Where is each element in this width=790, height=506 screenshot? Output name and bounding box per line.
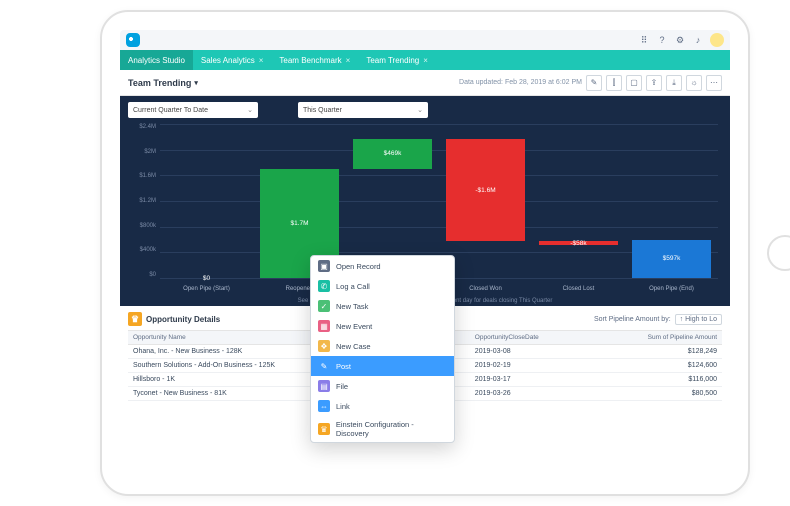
subscribe-icon[interactable]: ☼ xyxy=(686,75,702,91)
context-menu-item[interactable]: ▤File xyxy=(311,376,454,396)
page-header: Team Trending ▾ Data updated: Feb 28, 20… xyxy=(120,70,730,96)
avatar[interactable] xyxy=(710,33,724,47)
tablet-frame: ⠿ ? ⚙ ♪ Analytics StudioSales Analytics×… xyxy=(100,10,750,496)
close-icon[interactable]: × xyxy=(423,56,428,65)
present-icon[interactable]: ▢ xyxy=(626,75,642,91)
panel-title: ♛ Opportunity Details xyxy=(128,312,220,326)
more-icon[interactable]: ⋯ xyxy=(706,75,722,91)
context-menu-item[interactable]: ▦New Event xyxy=(311,316,454,336)
edit-icon[interactable]: ✎ xyxy=(586,75,602,91)
chart-bar[interactable]: -$1.6M xyxy=(446,139,524,242)
opportunity-icon: ♛ xyxy=(128,312,142,326)
global-header: ⠿ ? ⚙ ♪ xyxy=(120,30,730,50)
context-menu-item[interactable]: ⇔Link xyxy=(311,396,454,416)
download-icon[interactable]: ⤓ xyxy=(666,75,682,91)
column-header[interactable]: OpportunityCloseDate xyxy=(470,331,578,344)
page-title-text: Team Trending xyxy=(128,78,191,88)
chart-bar[interactable]: $469k xyxy=(353,139,431,169)
header-actions: ⠿ ? ⚙ ♪ xyxy=(638,33,724,47)
salesforce-logo-icon xyxy=(126,33,140,47)
screen: ⠿ ? ⚙ ♪ Analytics StudioSales Analytics×… xyxy=(120,30,730,476)
menu-item-icon: ⇔ xyxy=(318,400,330,412)
menu-item-icon: ❖ xyxy=(318,340,330,352)
workspace-tab[interactable]: Team Benchmark× xyxy=(271,50,358,70)
help-icon[interactable]: ? xyxy=(656,34,668,46)
context-menu-item[interactable]: ♛Einstein Configuration - Discovery xyxy=(311,416,454,442)
context-menu-item[interactable]: ✓New Task xyxy=(311,296,454,316)
chevron-down-icon: ▾ xyxy=(194,79,198,87)
close-icon[interactable]: × xyxy=(346,56,351,65)
context-menu-item[interactable]: ❖New Case xyxy=(311,336,454,356)
period-dropdown-left[interactable]: Current Quarter To Date ⌄ xyxy=(128,102,258,118)
workspace-tabs: Analytics StudioSales Analytics×Team Ben… xyxy=(120,50,730,70)
menu-item-icon: ✎ xyxy=(318,360,330,372)
settings-gear-icon[interactable]: ⚙ xyxy=(674,34,686,46)
workspace-tab[interactable]: Team Trending× xyxy=(358,50,436,70)
column-header[interactable]: Sum of Pipeline Amount xyxy=(578,331,722,344)
chevron-down-icon: ⌄ xyxy=(247,106,253,114)
home-button[interactable] xyxy=(767,235,790,271)
dropdown-label: Current Quarter To Date xyxy=(133,107,208,114)
context-menu-item[interactable]: ✆Log a Call xyxy=(311,276,454,296)
menu-item-icon: ▦ xyxy=(318,320,330,332)
workspace-tab[interactable]: Sales Analytics× xyxy=(193,50,271,70)
page-title[interactable]: Team Trending ▾ xyxy=(128,78,198,88)
workspace-tab[interactable]: Analytics Studio xyxy=(120,50,193,70)
menu-item-icon: ♛ xyxy=(318,423,330,435)
period-dropdown-right[interactable]: This Quarter ⌄ xyxy=(298,102,428,118)
filter-icon[interactable]: ⫿ xyxy=(606,75,622,91)
close-icon[interactable]: × xyxy=(259,56,264,65)
notifications-bell-icon[interactable]: ♪ xyxy=(692,34,704,46)
menu-item-icon: ▤ xyxy=(318,380,330,392)
share-icon[interactable]: ⇪ xyxy=(646,75,662,91)
menu-item-icon: ✓ xyxy=(318,300,330,312)
menu-item-icon: ▣ xyxy=(318,260,330,272)
y-axis-labels: $2.4M$2M$1.6M$1.2M$800k$400k$0 xyxy=(126,124,156,278)
dropdown-label: This Quarter xyxy=(303,107,342,114)
app-launcher-icon[interactable]: ⠿ xyxy=(638,34,650,46)
context-menu-item[interactable]: ▣Open Record xyxy=(311,256,454,276)
menu-item-icon: ✆ xyxy=(318,280,330,292)
chart-bar[interactable]: $597k xyxy=(632,240,710,278)
context-menu: ▣Open Record✆Log a Call✓New Task▦New Eve… xyxy=(310,255,455,443)
sort-control[interactable]: Sort Pipeline Amount by: ↑ High to Lo xyxy=(594,314,722,325)
context-menu-item[interactable]: ✎Post xyxy=(311,356,454,376)
chevron-down-icon: ⌄ xyxy=(417,106,423,114)
data-updated-label: Data updated: Feb 28, 2019 at 6:02 PM xyxy=(459,79,582,86)
chart-bar[interactable]: -$58k xyxy=(539,241,617,245)
